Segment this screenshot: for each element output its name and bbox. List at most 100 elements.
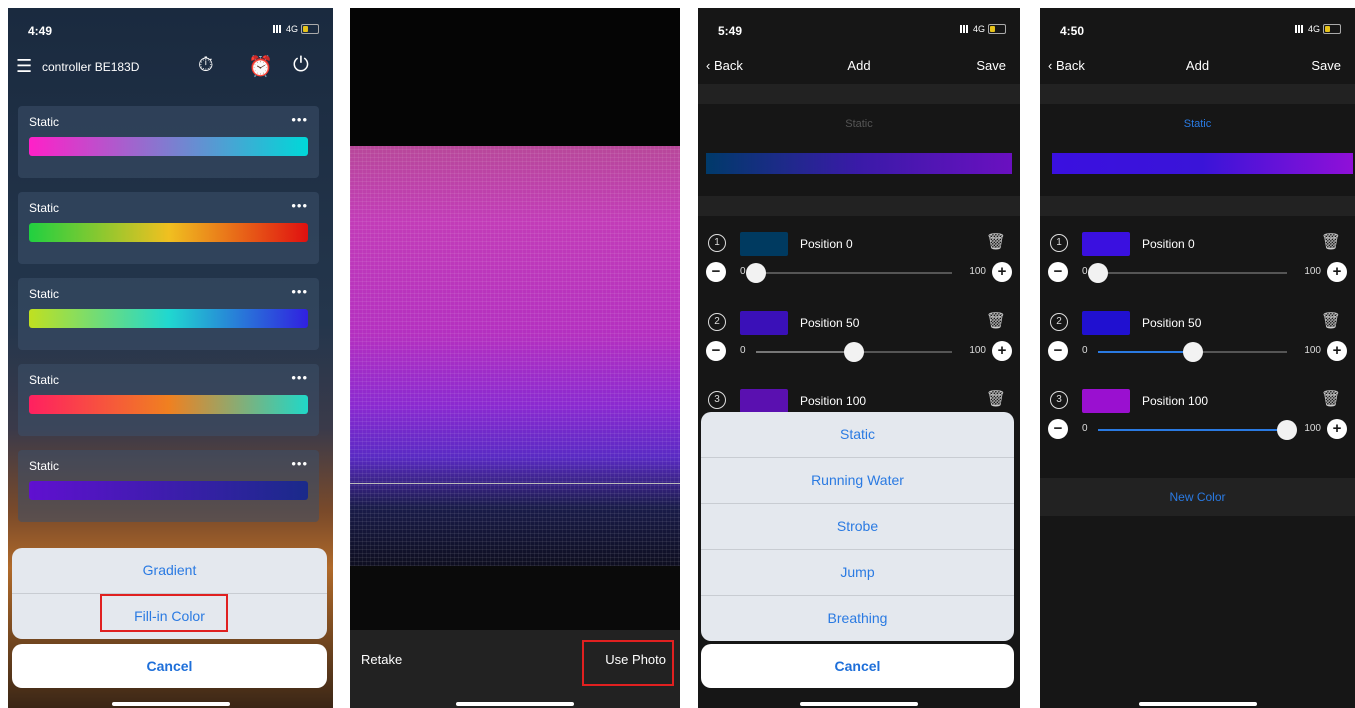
new-color-button[interactable]: New Color <box>1040 478 1355 516</box>
nav-bar: ‹ Back Add Save <box>698 52 1020 82</box>
slider-knob[interactable] <box>1088 263 1108 283</box>
plus-button[interactable]: + <box>992 262 1012 282</box>
plus-button[interactable]: + <box>1327 341 1347 361</box>
menu-icon[interactable]: ☰ <box>16 56 32 77</box>
alarm-icon[interactable]: ⏰ <box>248 54 273 79</box>
minus-button[interactable]: − <box>1048 262 1068 282</box>
mode-label[interactable]: Static <box>698 118 1020 130</box>
color-swatch[interactable] <box>1082 232 1130 256</box>
slider-knob[interactable] <box>1182 342 1203 362</box>
position-slider[interactable] <box>1088 263 1287 283</box>
static-option[interactable]: Static <box>701 412 1014 458</box>
cancel-button[interactable]: Cancel <box>701 644 1014 688</box>
position-slider[interactable] <box>756 342 952 362</box>
running-water-option[interactable]: Running Water <box>701 458 1014 504</box>
nav-title: Add <box>847 58 871 73</box>
position-slider[interactable] <box>746 263 952 283</box>
stop-number: 2 <box>1050 313 1068 331</box>
timer-icon[interactable]: ⏱ <box>198 54 214 77</box>
plus-button[interactable]: + <box>1327 262 1347 282</box>
minus-button[interactable]: − <box>1048 419 1068 439</box>
slider-max-label: 100 <box>1304 345 1321 356</box>
color-stop-row: 2 Position 50 🗑 − 0 100 + <box>1040 305 1355 383</box>
position-label: Position 0 <box>800 237 853 251</box>
battery-icon <box>301 24 319 34</box>
plus-button[interactable]: + <box>1327 419 1347 439</box>
scene-card[interactable]: Static ••• <box>18 278 319 350</box>
save-button[interactable]: Save <box>1311 58 1341 73</box>
minus-button[interactable]: − <box>1048 341 1068 361</box>
color-swatch[interactable] <box>740 389 788 413</box>
status-signal: 4G <box>959 24 1006 34</box>
scene-label: Static <box>29 201 60 215</box>
status-bar: 5:49 4G <box>698 8 1020 44</box>
more-icon[interactable]: ••• <box>291 284 308 299</box>
scene-card[interactable]: Static ••• <box>18 450 319 522</box>
scene-label: Static <box>29 115 60 129</box>
slider-knob[interactable] <box>1277 420 1297 440</box>
battery-icon <box>988 24 1006 34</box>
status-time: 4:49 <box>28 24 53 38</box>
position-slider[interactable] <box>1098 342 1287 362</box>
position-label: Position 100 <box>800 394 867 408</box>
section-divider <box>698 84 1020 104</box>
scene-card[interactable]: Static ••• <box>18 106 319 178</box>
section-divider <box>698 196 1020 216</box>
home-indicator <box>111 702 230 706</box>
scene-label: Static <box>29 459 60 473</box>
home-indicator <box>456 702 574 706</box>
gradient-preview <box>706 153 1012 174</box>
color-swatch[interactable] <box>740 311 788 335</box>
jump-option[interactable]: Jump <box>701 550 1014 596</box>
camera-top-bar <box>350 8 680 146</box>
gradient-option[interactable]: Gradient <box>12 548 327 594</box>
more-icon[interactable]: ••• <box>291 198 308 213</box>
color-swatch[interactable] <box>1082 389 1130 413</box>
slider-fill <box>756 351 854 353</box>
phone-screen-add-sheet: 5:49 4G ‹ Back Add Save Static 1 Position… <box>698 8 1020 708</box>
power-icon[interactable]: ⏻ <box>293 54 309 77</box>
slider-fill <box>1098 351 1193 353</box>
color-stop-row: 2 Position 50 🗑 − 0 100 + <box>698 305 1020 383</box>
trash-icon[interactable]: 🗑 <box>986 389 1006 409</box>
slider-fill <box>1098 429 1287 431</box>
battery-icon <box>1323 24 1341 34</box>
network-label: 4G <box>285 24 298 34</box>
more-icon[interactable]: ••• <box>291 456 308 471</box>
slider-min-label: 0 <box>740 266 746 277</box>
trash-icon[interactable]: 🗑 <box>1321 232 1341 252</box>
trash-icon[interactable]: 🗑 <box>1321 389 1341 409</box>
strobe-option[interactable]: Strobe <box>701 504 1014 550</box>
photo-edge-line <box>350 483 680 484</box>
highlight-box <box>582 640 674 686</box>
trash-icon[interactable]: 🗑 <box>1321 311 1341 331</box>
position-label: Position 0 <box>1142 237 1195 251</box>
color-swatch[interactable] <box>1082 311 1130 335</box>
scene-card[interactable]: Static ••• <box>18 192 319 264</box>
slider-knob[interactable] <box>746 263 766 283</box>
controller-title: controller BE183D <box>42 60 140 74</box>
plus-button[interactable]: + <box>992 341 1012 361</box>
mode-label[interactable]: Static <box>1040 118 1355 130</box>
more-icon[interactable]: ••• <box>291 112 308 127</box>
color-stop-row: 3 Position 100 🗑 − 0 100 + <box>1040 383 1355 461</box>
network-label: 4G <box>972 24 985 34</box>
color-swatch[interactable] <box>740 232 788 256</box>
trash-icon[interactable]: 🗑 <box>986 232 1006 252</box>
breathing-option[interactable]: Breathing <box>701 596 1014 641</box>
more-icon[interactable]: ••• <box>291 370 308 385</box>
position-slider[interactable] <box>1098 420 1297 440</box>
stop-number: 3 <box>708 391 726 409</box>
minus-button[interactable]: − <box>706 262 726 282</box>
scene-label: Static <box>29 373 60 387</box>
trash-icon[interactable]: 🗑 <box>986 311 1006 331</box>
save-button[interactable]: Save <box>976 58 1006 73</box>
scene-card[interactable]: Static ••• <box>18 364 319 436</box>
cancel-button[interactable]: Cancel <box>12 644 327 688</box>
stop-number: 1 <box>1050 234 1068 252</box>
stop-number: 2 <box>708 313 726 331</box>
retake-button[interactable]: Retake <box>361 652 402 667</box>
slider-knob[interactable] <box>844 342 864 362</box>
minus-button[interactable]: − <box>706 341 726 361</box>
phone-screen-add: 4:50 4G ‹ Back Add Save Static 1 Position… <box>1040 8 1355 708</box>
